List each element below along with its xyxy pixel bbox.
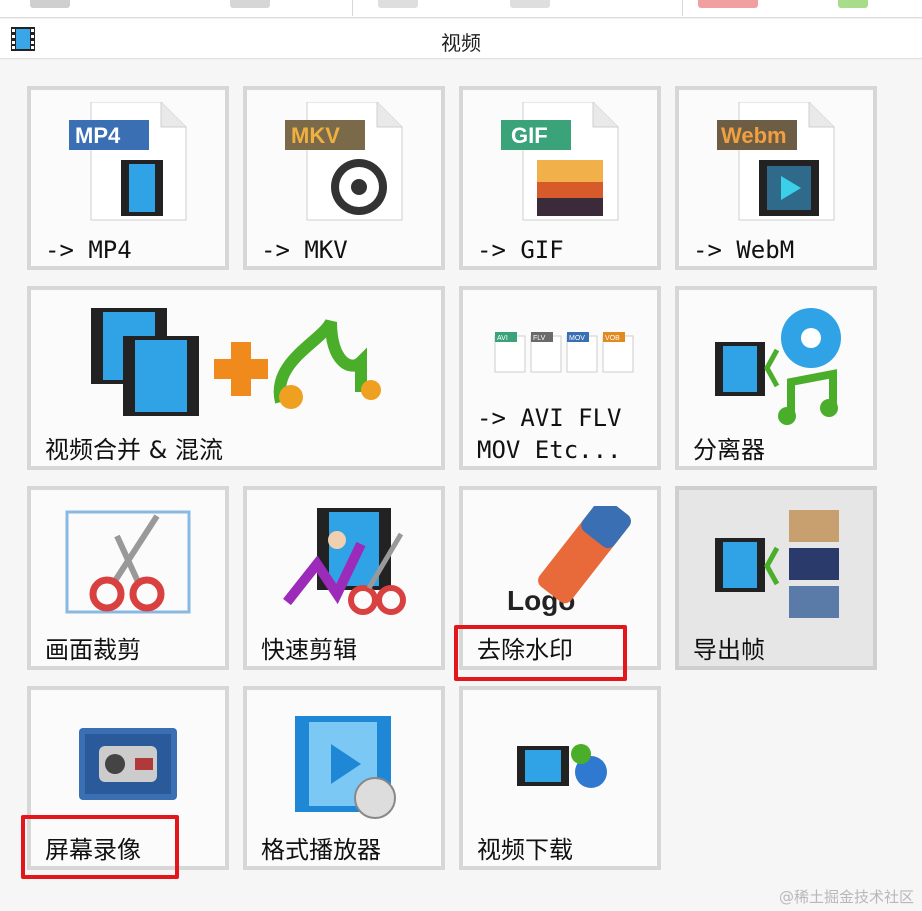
toolbar-icon-fragment [378, 0, 418, 8]
merge-films-music-icon [91, 308, 381, 416]
watermark-text: @稀土掘金技术社区 [778, 888, 914, 906]
toolbar-icon-fragment [838, 0, 868, 8]
toolbar-divider [352, 0, 353, 16]
convert-to-mp4-tile[interactable]: MP4 -> MP4 [27, 86, 229, 270]
toolbar-icon-fragment [30, 0, 70, 8]
media-player-icon [295, 716, 396, 819]
svg-text:FLV: FLV [533, 335, 546, 342]
format-files-icon: AVI FLV MOV VOB [494, 332, 634, 373]
tile-label: 格式播放器 [261, 836, 381, 864]
svg-text:MP4: MP4 [75, 123, 121, 148]
screen-record-icon [79, 728, 177, 800]
toolbar-icon-fragment [230, 0, 270, 8]
tile-label: 视频合并 & 混流 [45, 436, 223, 464]
screen-record-tile[interactable]: 屏幕录像 [27, 686, 229, 870]
export-frames-tile[interactable]: 导出帧 [675, 486, 877, 670]
splitter-tile[interactable]: 分离器 [675, 286, 877, 470]
tile-label: -> AVI FLV MOV Etc... [477, 404, 622, 464]
convert-to-mkv-tile[interactable]: MKV -> MKV [243, 86, 445, 270]
top-toolbar-strip [0, 0, 922, 18]
tile-label: 导出帧 [693, 636, 765, 664]
format-player-tile[interactable]: 格式播放器 [243, 686, 445, 870]
quick-cut-icon [283, 508, 406, 615]
convert-avi-flv-mov-tile[interactable]: AVI FLV MOV VOB -> AVI FLV MOV Etc... [459, 286, 661, 470]
toolbar-icon-fragment [698, 0, 758, 8]
export-frames-icon [715, 510, 839, 618]
tile-label: 分离器 [693, 436, 765, 464]
video-download-tile[interactable]: 视频下载 [459, 686, 661, 870]
mp4-file-icon: MP4 [69, 102, 187, 221]
tile-label: 屏幕录像 [45, 836, 141, 864]
tile-label: -> MP4 [45, 236, 132, 264]
video-download-icon [517, 744, 607, 788]
crop-scissors-icon [65, 510, 191, 614]
toolbar-icon-fragment [510, 0, 550, 8]
svg-text:VOB: VOB [605, 335, 620, 342]
convert-to-gif-tile[interactable]: GIF -> GIF [459, 86, 661, 270]
tile-label: 快速剪辑 [261, 636, 357, 664]
tile-label: 去除水印 [477, 636, 573, 664]
splitter-icon [715, 308, 841, 425]
remove-watermark-tile[interactable]: Logo 去除水印 [459, 486, 661, 670]
svg-text:MKV: MKV [291, 123, 340, 148]
webm-file-icon: Webm [717, 102, 835, 221]
window-title: 视频 [441, 31, 481, 55]
tile-label: -> MKV [261, 236, 348, 264]
svg-text:Webm: Webm [721, 123, 787, 148]
tile-label: -> GIF [477, 236, 564, 264]
toolbar-divider [682, 0, 683, 16]
tile-label: 画面裁剪 [45, 636, 141, 664]
eraser-logo-icon: Logo [507, 506, 631, 616]
svg-text:MOV: MOV [569, 335, 585, 342]
tile-label: -> WebM [693, 236, 795, 264]
crop-tile[interactable]: 画面裁剪 [27, 486, 229, 670]
svg-text:AVI: AVI [497, 335, 508, 342]
convert-to-webm-tile[interactable]: Webm -> WebM [675, 86, 877, 270]
svg-text:GIF: GIF [511, 123, 548, 148]
window-titlebar: 视频 [0, 19, 922, 59]
gif-file-icon: GIF [501, 102, 619, 221]
mkv-file-icon: MKV [285, 102, 403, 221]
video-merge-mux-tile[interactable]: 视频合并 & 混流 [27, 286, 445, 470]
tile-label: 视频下载 [477, 836, 573, 864]
quick-cut-tile[interactable]: 快速剪辑 [243, 486, 445, 670]
